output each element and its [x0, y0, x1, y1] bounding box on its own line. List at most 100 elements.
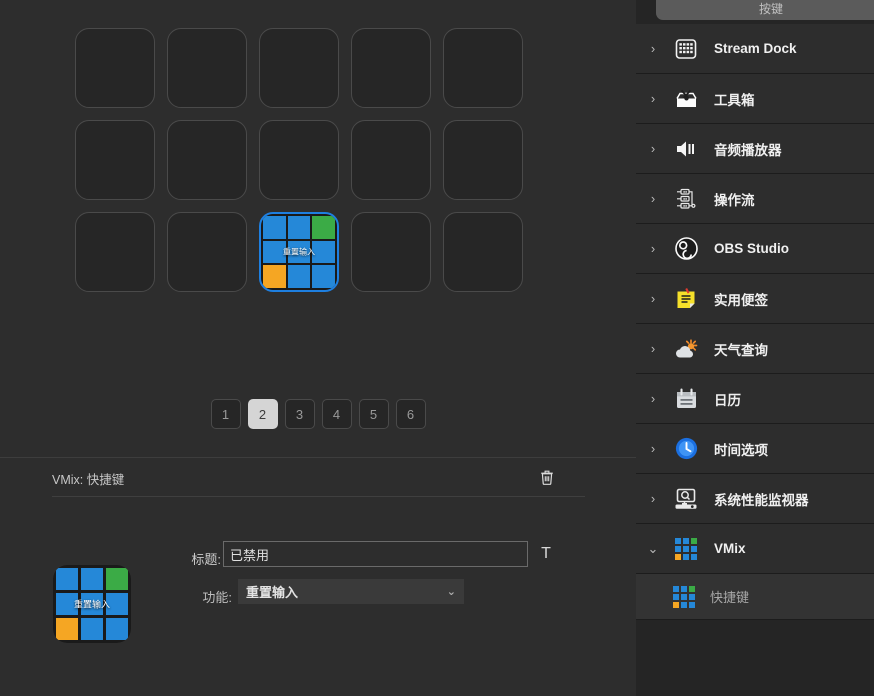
tab-keys[interactable]: 按键	[656, 0, 874, 20]
sidebar-item-label: 天气查询	[714, 342, 768, 358]
page-button-3[interactable]: 3	[284, 399, 315, 429]
chevron-right-icon[interactable]: ›	[636, 441, 670, 456]
sidebar-item-label: 操作流	[714, 192, 755, 208]
sidebar-item-vmix[interactable]: ⌄ VMix	[636, 524, 874, 574]
vmix-grid-icon	[673, 585, 695, 608]
sidebar-item-icon	[670, 135, 702, 163]
obs-studio-icon	[674, 236, 699, 261]
function-field-label: 功能:	[202, 590, 232, 605]
sidebar-item-label: 时间选项	[714, 442, 768, 458]
title-field-label: 标题:	[191, 552, 221, 567]
key-editor-panel: VMix: 快捷键 重置输入 标题: 已禁用 T 功能: 重置输入 ⌄	[0, 457, 636, 696]
title-input[interactable]	[223, 541, 528, 567]
key-cell-empty[interactable]	[443, 120, 523, 200]
sidebar-item-label: OBS Studio	[714, 241, 789, 256]
sidebar-item-label: 实用便签	[714, 292, 768, 308]
sidebar-item-icon	[670, 35, 702, 63]
key-cell-empty[interactable]	[167, 212, 247, 292]
vmix-grid-icon	[675, 537, 697, 560]
sidebar-item-icon	[670, 85, 702, 113]
key-cell-empty[interactable]	[443, 28, 523, 108]
chevron-right-icon[interactable]: ›	[636, 341, 670, 356]
calendar-icon	[674, 387, 699, 411]
chevron-right-icon[interactable]: ›	[636, 391, 670, 406]
sidebar-item-icon	[670, 185, 702, 213]
key-cell-empty[interactable]	[75, 120, 155, 200]
plugin-sidebar: 按键 › Stream Dock › 工具箱 › 音频播放器 › 操作流 › OBS Studio…	[636, 0, 874, 696]
sidebar-item-icon	[670, 535, 702, 563]
vmix-grid-icon: 重置输入	[261, 214, 337, 290]
sticky-note-icon	[674, 287, 699, 311]
pagination: 123456	[0, 399, 636, 429]
weather-icon	[673, 338, 699, 360]
sidebar-item-label: Stream Dock	[714, 41, 797, 56]
page-button-5[interactable]: 5	[358, 399, 389, 429]
key-cell-empty[interactable]	[259, 120, 339, 200]
chevron-right-icon[interactable]: ›	[636, 291, 670, 306]
sidebar-item-icon	[670, 385, 702, 413]
chevron-right-icon[interactable]: ›	[636, 191, 670, 206]
page-button-2[interactable]: 2	[247, 399, 278, 429]
key-cell-active[interactable]: 重置输入	[259, 212, 339, 292]
function-select-value: 重置输入	[246, 585, 299, 600]
sidebar-item-实用便签[interactable]: › 实用便签	[636, 274, 874, 324]
sidebar-item-icon	[670, 435, 702, 463]
sidebar-subitem-label: 快捷键	[710, 590, 750, 605]
sidebar-item-icon	[670, 335, 702, 363]
sidebar-subitem-icon	[670, 585, 698, 609]
editor-divider	[52, 496, 585, 497]
toolbox-icon	[674, 87, 699, 111]
speaker-icon	[674, 138, 699, 160]
key-cell-empty[interactable]	[75, 28, 155, 108]
application-window: 重置输入 123456 VMix: 快捷键 重置输入 标题: 已禁用 T 功能:…	[0, 0, 874, 696]
chevron-right-icon[interactable]: ›	[636, 41, 670, 56]
sidebar-item-操作流[interactable]: › 操作流	[636, 174, 874, 224]
key-cell-empty[interactable]	[167, 120, 247, 200]
sidebar-item-label: 工具箱	[714, 92, 755, 108]
function-select[interactable]: 重置输入 ⌄	[238, 579, 464, 604]
page-button-4[interactable]: 4	[321, 399, 352, 429]
chevron-right-icon[interactable]: ›	[636, 241, 670, 256]
sidebar-subitem-快捷键[interactable]: 快捷键	[636, 574, 874, 620]
sidebar-item-stream-dock[interactable]: › Stream Dock	[636, 24, 874, 74]
sidebar-item-label: 日历	[714, 392, 741, 408]
vmix-grid-icon: 重置输入	[53, 565, 131, 643]
workflow-icon	[673, 187, 699, 211]
key-cell-empty[interactable]	[167, 28, 247, 108]
key-grid: 重置输入	[75, 28, 545, 292]
chevron-down-icon[interactable]: ⌄	[636, 541, 670, 557]
sidebar-list: › Stream Dock › 工具箱 › 音频播放器 › 操作流 › OBS Studio › 实用…	[636, 24, 874, 620]
chevron-right-icon[interactable]: ›	[636, 141, 670, 156]
key-cell-empty[interactable]	[351, 28, 431, 108]
key-cell-empty[interactable]	[75, 212, 155, 292]
stream-dock-grid-icon	[674, 37, 698, 61]
page-button-6[interactable]: 6	[395, 399, 426, 429]
sidebar-item-日历[interactable]: › 日历	[636, 374, 874, 424]
sidebar-item-obs-studio[interactable]: › OBS Studio	[636, 224, 874, 274]
sidebar-item-音频播放器[interactable]: › 音频播放器	[636, 124, 874, 174]
sidebar-item-label: 音频播放器	[714, 142, 782, 158]
key-cell-empty[interactable]	[351, 212, 431, 292]
sidebar-item-时间选项[interactable]: › 时间选项	[636, 424, 874, 474]
page-button-1[interactable]: 1	[210, 399, 241, 429]
key-preview-icon[interactable]: 重置输入	[53, 565, 131, 643]
sidebar-item-系统性能监视器[interactable]: › 系统性能监视器	[636, 474, 874, 524]
editor-title: VMix: 快捷键	[52, 473, 125, 487]
sidebar-item-icon	[670, 235, 702, 263]
text-style-button[interactable]: T	[536, 542, 556, 566]
sidebar-item-label: 系统性能监视器	[714, 492, 809, 508]
sidebar-item-天气查询[interactable]: › 天气查询	[636, 324, 874, 374]
key-cell-empty[interactable]	[259, 28, 339, 108]
delete-button[interactable]	[536, 466, 558, 488]
sidebar-tabbar: 按键	[636, 0, 874, 22]
sidebar-item-icon	[670, 485, 702, 513]
sidebar-item-label: VMix	[714, 541, 746, 556]
clock-icon	[674, 436, 699, 461]
editor-header: VMix: 快捷键	[0, 458, 636, 497]
chevron-right-icon[interactable]: ›	[636, 491, 670, 506]
sidebar-item-工具箱[interactable]: › 工具箱	[636, 74, 874, 124]
key-cell-empty[interactable]	[351, 120, 431, 200]
left-region: 重置输入 123456 VMix: 快捷键 重置输入 标题: 已禁用 T 功能:…	[0, 0, 636, 696]
key-cell-empty[interactable]	[443, 212, 523, 292]
chevron-right-icon[interactable]: ›	[636, 91, 670, 106]
